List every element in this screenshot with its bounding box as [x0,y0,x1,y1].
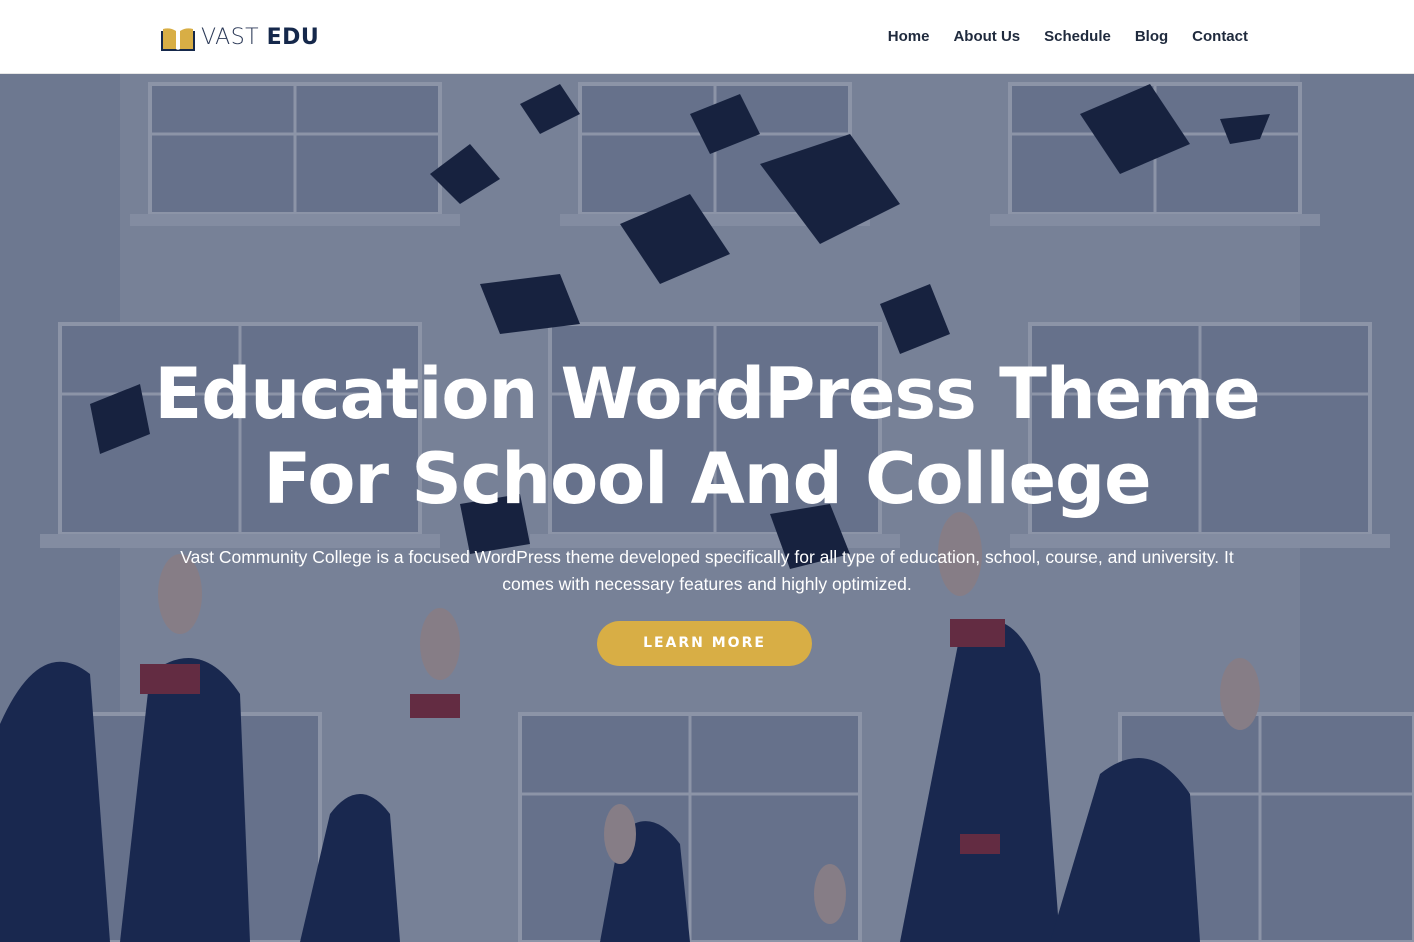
site-logo[interactable]: VAST EDU [161,24,319,52]
hero-title: Education WordPress Theme For School And… [100,352,1314,522]
hero-title-line-2: For School And College [263,438,1151,520]
nav-home[interactable]: Home [888,26,930,48]
site-header: VAST EDU Home About Us Schedule Blog Con… [0,0,1414,74]
nav-about-us[interactable]: About Us [953,26,1020,48]
nav-blog[interactable]: Blog [1135,26,1168,48]
nav-schedule[interactable]: Schedule [1044,26,1111,48]
hero-description: Vast Community College is a focused Word… [180,547,1234,594]
main-nav: Home About Us Schedule Blog Contact [888,26,1248,48]
logo-text-bold: EDU [266,25,320,50]
learn-more-button[interactable]: LEARN MORE [597,621,812,666]
hero-section: Education WordPress Theme For School And… [0,74,1414,942]
open-book-icon [161,28,195,51]
logo-text: VAST EDU [201,24,319,52]
hero-content: Education WordPress Theme For School And… [0,74,1414,942]
logo-text-light: VAST [201,25,267,50]
nav-contact[interactable]: Contact [1192,26,1248,48]
hero-title-line-1: Education WordPress Theme [154,353,1260,435]
